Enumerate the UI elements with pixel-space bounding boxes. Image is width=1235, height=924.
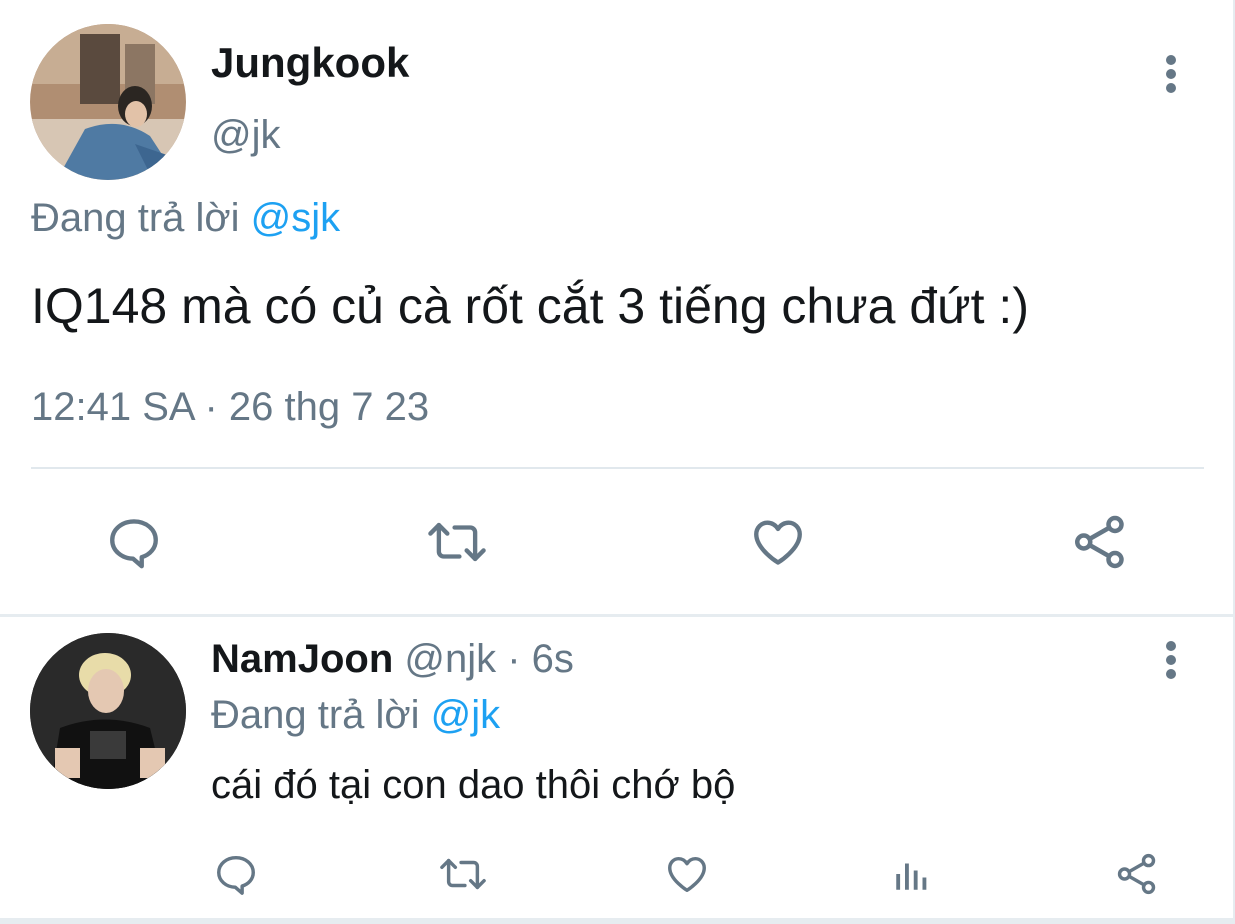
reply-header: NamJoon @njk · 6s: [211, 634, 574, 684]
user-handle[interactable]: @jk: [211, 110, 281, 160]
display-name[interactable]: Jungkook: [211, 38, 409, 88]
share-icon[interactable]: [1068, 510, 1132, 574]
main-tweet: Jungkook @jk Đang trả lời @sjk IQ148 mà …: [0, 0, 1235, 614]
replying-to-prefix: Đang trả lời: [31, 196, 240, 240]
jungkook-avatar[interactable]: [30, 24, 186, 180]
user-handle[interactable]: @njk: [404, 637, 496, 681]
share-icon[interactable]: [1112, 850, 1162, 898]
namjoon-avatar[interactable]: [30, 633, 186, 789]
meta-separator: ·: [496, 637, 532, 681]
display-name[interactable]: NamJoon: [211, 637, 393, 681]
replying-to-mention[interactable]: @jk: [431, 693, 501, 737]
reply-icon[interactable]: [102, 510, 166, 574]
more-vertical-icon[interactable]: [1151, 641, 1191, 679]
reply-tweet-text: cái đó tại con dao thôi chớ bộ: [211, 763, 736, 807]
retweet-icon[interactable]: [422, 510, 492, 574]
more-vertical-icon[interactable]: [1151, 55, 1191, 93]
replying-to-mention[interactable]: @sjk: [251, 196, 341, 240]
retweet-icon[interactable]: [436, 850, 490, 898]
reply-icon[interactable]: [212, 850, 260, 898]
like-icon[interactable]: [746, 510, 810, 574]
like-icon[interactable]: [662, 850, 712, 898]
tweet-text: IQ148 mà có củ cà rốt cắt 3 tiếng chưa đ…: [31, 278, 1029, 334]
time-ago[interactable]: 6s: [532, 637, 574, 681]
bottom-separator: [0, 918, 1235, 924]
divider: [31, 467, 1204, 469]
replying-to-line: Đang trả lời @sjk: [31, 193, 340, 243]
replying-to-prefix: Đang trả lời: [211, 693, 420, 737]
section-separator: [0, 614, 1235, 617]
tweet-timestamp[interactable]: 12:41 SA · 26 thg 7 23: [31, 382, 429, 432]
replying-to-line: Đang trả lời @jk: [211, 690, 500, 740]
analytics-icon[interactable]: [888, 850, 936, 898]
